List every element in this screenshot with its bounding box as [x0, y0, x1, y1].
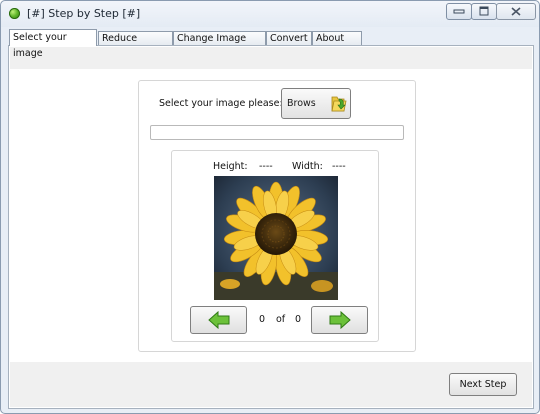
- select-image-panel: Select your image please: Brows Height: …: [138, 80, 416, 352]
- width-value: ----: [332, 161, 346, 172]
- minimize-icon: [447, 4, 471, 22]
- folder-open-icon: [331, 96, 347, 112]
- tab-reduce-quality[interactable]: Reduce Quality: [98, 31, 173, 58]
- tab-convert[interactable]: Convert: [266, 31, 312, 45]
- window-title: [#] Step by Step [#]: [27, 7, 141, 20]
- image-preview-frame: Height: ---- Width: ---- 0 of 0: [171, 150, 379, 342]
- tab-strip: Select your image Reduce Quality Change …: [9, 29, 529, 59]
- app-window: [#] Step by Step [#] Select your image R…: [0, 0, 540, 414]
- browse-button[interactable]: Brows: [281, 88, 351, 119]
- counter-of-label: of: [276, 314, 286, 325]
- close-button[interactable]: [496, 3, 536, 20]
- browse-label: Brows: [287, 98, 316, 109]
- tab-change-image-size[interactable]: Change Image Size: [173, 31, 266, 58]
- width-label: Width:: [292, 161, 323, 172]
- height-label: Height:: [213, 161, 248, 172]
- previous-image-button[interactable]: [190, 306, 247, 334]
- next-image-button[interactable]: [311, 306, 368, 334]
- current-image-index: 0: [259, 314, 266, 325]
- tab-select-your-image[interactable]: Select your image: [9, 29, 97, 59]
- maximize-icon: [472, 4, 496, 22]
- maximize-button[interactable]: [471, 3, 497, 20]
- app-icon: [9, 8, 20, 19]
- sunflower-image: [214, 176, 338, 300]
- title-bar[interactable]: [#] Step by Step [#]: [1, 1, 539, 27]
- arrow-left-icon: [208, 311, 230, 329]
- height-value: ----: [259, 161, 273, 172]
- close-icon: [497, 4, 535, 22]
- minimize-button[interactable]: [446, 3, 472, 20]
- arrow-right-icon: [329, 311, 351, 329]
- tab-content: Select your image please: Brows Height: …: [8, 45, 534, 409]
- image-path-field[interactable]: [150, 125, 404, 140]
- tab-about-me[interactable]: About Me: [312, 31, 362, 58]
- total-image-count: 0: [295, 314, 302, 325]
- top-strip: [10, 47, 532, 69]
- select-image-prompt: Select your image please:: [159, 98, 283, 109]
- next-step-button[interactable]: Next Step: [449, 373, 517, 396]
